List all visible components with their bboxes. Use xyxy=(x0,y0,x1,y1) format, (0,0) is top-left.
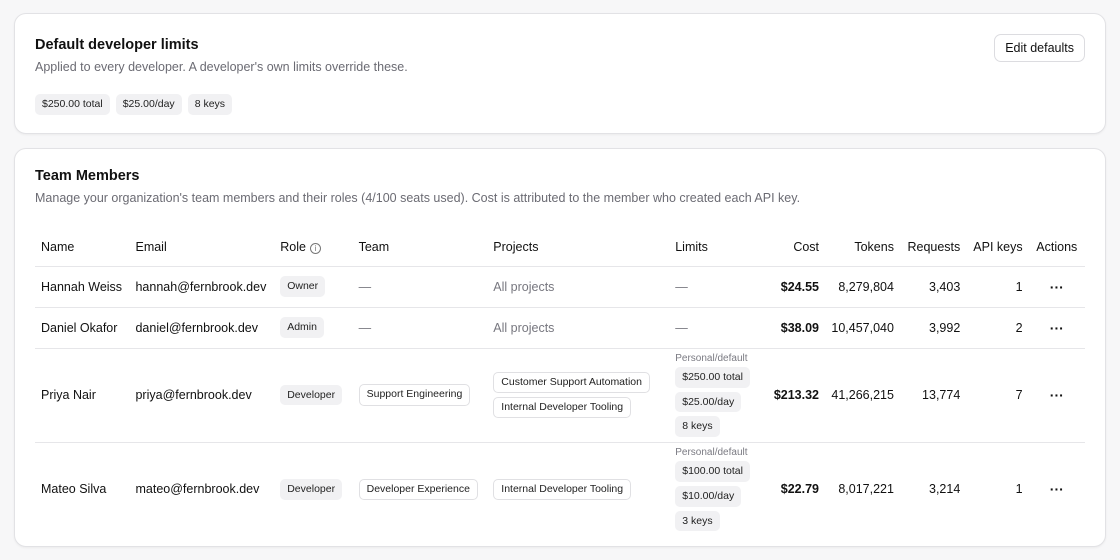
member-requests: 3,403 xyxy=(899,266,967,308)
default-limits-card: Default developer limits Applied to ever… xyxy=(14,13,1106,134)
table-row: Mateo Silva mateo@fernbrook.dev Develope… xyxy=(35,442,1085,536)
default-limit-keys-chip: 8 keys xyxy=(187,94,233,115)
member-cost: $213.32 xyxy=(762,348,826,443)
member-team: — xyxy=(352,266,488,308)
project-list: Customer Support Automation Internal Dev… xyxy=(493,371,663,419)
role-info-icon[interactable]: i xyxy=(309,242,321,254)
project-list: Internal Developer Tooling xyxy=(493,478,663,500)
member-role-cell: Developer xyxy=(274,348,353,443)
member-team: — xyxy=(352,307,488,349)
member-email: priya@fernbrook.dev xyxy=(129,348,275,443)
project-badge: Customer Support Automation xyxy=(493,371,650,393)
limits-list: $100.00 total $10.00/day 3 keys xyxy=(675,461,756,532)
default-limits-description: Applied to every developer. A developer'… xyxy=(35,60,408,74)
member-tokens: 10,457,040 xyxy=(825,307,900,349)
member-name: Hannah Weiss xyxy=(35,266,130,308)
default-limits-chips: $250.00 total $25.00/day 8 keys xyxy=(35,94,1085,115)
member-actions-cell: ··· xyxy=(1029,442,1085,536)
edit-defaults-button[interactable]: Edit defaults xyxy=(994,34,1085,62)
table-row: Daniel Okafor daniel@fernbrook.dev Admin… xyxy=(35,307,1085,349)
team-members-card: Team Members Manage your organization's … xyxy=(14,148,1106,547)
team-members-table: Name Email Role i Team Projects Limits Co… xyxy=(35,228,1085,536)
member-limits: — xyxy=(669,307,763,349)
table-row: Hannah Weiss hannah@fernbrook.dev Owner … xyxy=(35,266,1085,308)
col-header-limits: Limits xyxy=(669,228,763,267)
member-tokens: 8,279,804 xyxy=(825,266,900,308)
member-name: Mateo Silva xyxy=(41,482,107,497)
member-limits-cell: Personal/default $100.00 total $10.00/da… xyxy=(669,442,762,536)
role-badge: Developer xyxy=(280,384,343,406)
team-members-title: Team Members xyxy=(35,168,140,184)
limit-total-chip: $100.00 total xyxy=(675,461,750,482)
member-cost: $22.79 xyxy=(780,482,820,497)
member-email: mateo@fernbrook.dev xyxy=(135,482,260,497)
col-header-cost: Cost xyxy=(762,228,826,267)
col-header-api-keys: API keys xyxy=(966,228,1029,267)
member-limits-cell: Personal/default $250.00 total $25.00/da… xyxy=(669,348,763,443)
member-email: daniel@fernbrook.dev xyxy=(129,307,275,349)
col-header-name: Name xyxy=(35,228,130,267)
project-badge: Internal Developer Tooling xyxy=(493,478,632,500)
table-header-row: Name Email Role i Team Projects Limits Co… xyxy=(35,228,1085,267)
role-badge: Developer xyxy=(280,478,343,500)
role-badge: Owner xyxy=(280,276,326,297)
member-projects-cell: Internal Developer Tooling xyxy=(487,442,669,536)
member-cost: $24.55 xyxy=(762,266,826,308)
member-actions-cell: ··· xyxy=(1028,348,1085,443)
default-limit-daily-chip: $25.00/day xyxy=(115,94,182,115)
col-header-requests: Requests xyxy=(899,228,967,267)
member-email: hannah@fernbrook.dev xyxy=(129,266,275,308)
col-header-role: Role i xyxy=(274,228,353,267)
member-role-cell: Admin xyxy=(274,307,353,349)
member-actions-cell: ··· xyxy=(1028,307,1085,349)
table-row: Priya Nair priya@fernbrook.dev Developer… xyxy=(35,348,1085,443)
member-team-cell: Support Engineering xyxy=(352,348,488,443)
member-team-cell: Developer Experience xyxy=(353,442,488,536)
col-header-email: Email xyxy=(129,228,275,267)
member-name: Priya Nair xyxy=(35,348,130,443)
more-actions-icon[interactable]: ··· xyxy=(1050,387,1064,403)
member-requests: 13,774 xyxy=(899,348,967,443)
col-header-projects: Projects xyxy=(487,228,670,267)
member-requests: 3,214 xyxy=(929,482,961,497)
limits-label: Personal/default xyxy=(675,353,748,365)
team-badge: Support Engineering xyxy=(358,384,471,406)
member-projects: All projects xyxy=(487,266,670,308)
team-members-description: Manage your organization's team members … xyxy=(35,191,801,205)
col-header-team: Team xyxy=(352,228,488,267)
limits-label: Personal/default xyxy=(675,447,748,459)
member-projects-cell: Customer Support Automation Internal Dev… xyxy=(487,348,670,443)
member-projects: All projects xyxy=(487,307,670,349)
role-badge: Admin xyxy=(280,317,324,338)
default-limits-title: Default developer limits xyxy=(35,37,199,53)
limit-keys-chip: 8 keys xyxy=(675,416,720,437)
member-api-keys: 1 xyxy=(1015,482,1023,497)
limit-total-chip: $250.00 total xyxy=(675,367,750,388)
team-badge: Developer Experience xyxy=(358,478,478,500)
col-header-tokens: Tokens xyxy=(825,228,900,267)
member-cost: $38.09 xyxy=(762,307,826,349)
limit-daily-chip: $25.00/day xyxy=(675,391,742,413)
member-api-keys: 1 xyxy=(966,266,1029,308)
member-api-keys: 2 xyxy=(966,307,1029,349)
more-actions-icon[interactable]: ··· xyxy=(1050,279,1064,295)
member-tokens: 41,266,215 xyxy=(825,348,900,443)
member-api-keys: 7 xyxy=(966,348,1029,443)
member-role-cell: Owner xyxy=(274,266,353,308)
limit-keys-chip: 3 keys xyxy=(675,510,720,532)
member-requests: 3,992 xyxy=(899,307,967,349)
more-actions-icon[interactable]: ··· xyxy=(1050,481,1064,497)
member-name: Daniel Okafor xyxy=(35,307,130,349)
limit-daily-chip: $10.00/day xyxy=(675,485,742,507)
member-role-cell: Developer xyxy=(274,442,352,536)
project-badge: Internal Developer Tooling xyxy=(493,397,632,419)
member-limits: — xyxy=(669,266,763,308)
member-tokens: 8,017,221 xyxy=(838,482,894,497)
member-actions-cell: ··· xyxy=(1028,266,1085,308)
more-actions-icon[interactable]: ··· xyxy=(1050,320,1064,336)
limits-list: $250.00 total $25.00/day 8 keys xyxy=(675,367,756,437)
col-header-role-label: Role xyxy=(280,239,306,254)
default-limit-total-chip: $250.00 total xyxy=(35,94,110,115)
col-header-actions: Actions xyxy=(1028,228,1085,267)
